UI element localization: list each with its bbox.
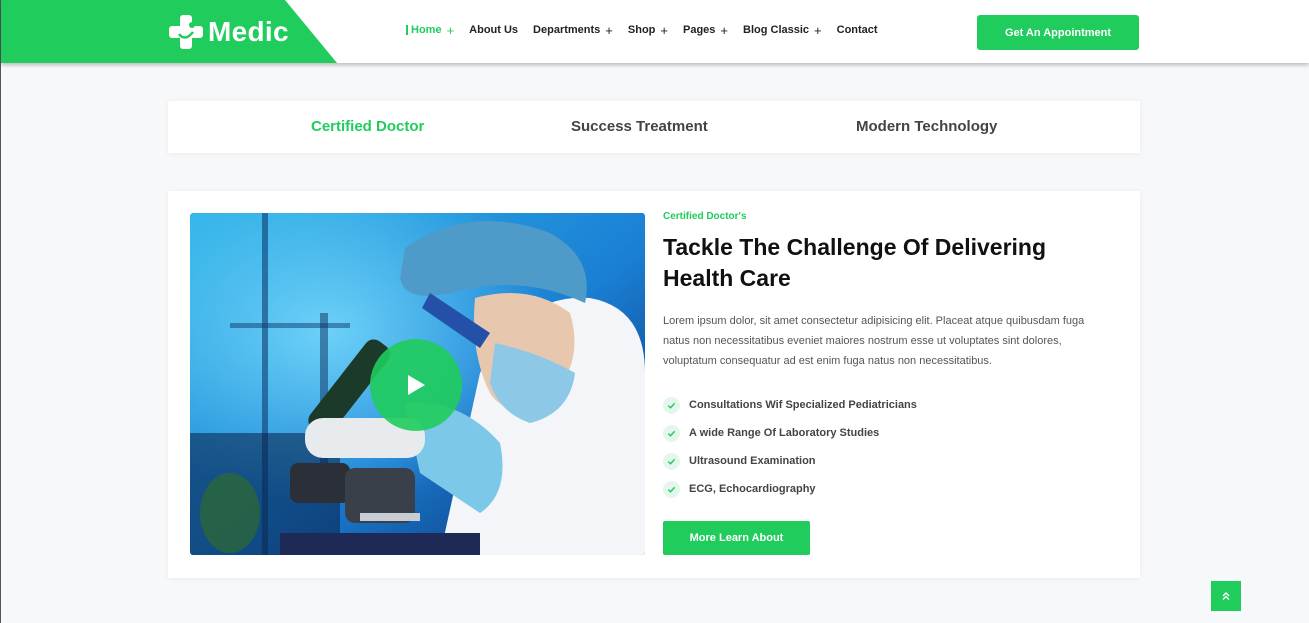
check-icon [663,452,680,470]
main-nav: Home + About Us Departments + Shop + Pag… [406,22,893,38]
section-headline: Tackle The Challenge Of Delivering Healt… [663,234,1047,291]
nav-item-pages[interactable]: Pages + [682,22,728,38]
nav-item-about-us[interactable]: About Us [469,24,518,36]
nav-item-label: About Us [469,24,519,36]
list-item: A wide Range Of Laboratory Studies [663,419,917,447]
window-edge [0,0,1,623]
get-appointment-button[interactable]: Get An Appointment [977,15,1139,50]
feature-label: Ultrasound Examination [689,455,816,467]
plus-icon: + [720,22,728,38]
feature-label: A wide Range Of Laboratory Studies [689,427,880,439]
scroll-to-top-button[interactable] [1211,581,1241,611]
nav-item-contact[interactable]: Contact [837,24,878,36]
plus-icon: + [446,22,455,38]
medical-cross-icon [169,15,203,49]
feature-tabs: Certified Doctor Success Treatment Moder… [168,101,1140,153]
more-learn-about-button[interactable]: More Learn About [663,521,810,555]
tab-modern-technology[interactable]: Modern Technology [856,118,997,135]
site-logo[interactable]: Medic [168,14,289,50]
plus-icon: + [605,22,613,38]
list-item: ECG, Echocardiography [663,475,917,503]
site-header: Medic Home + About Us Departments + Shop… [1,0,1309,63]
nav-item-label: Departments [533,24,601,36]
double-chevron-up-icon [1222,592,1230,600]
nav-item-label: Contact [836,24,878,36]
list-item: Consultations Wif Specialized Pediatrici… [663,391,917,419]
nav-item-label: Home [411,24,442,36]
feature-label: ECG, Echocardiography [689,483,816,495]
plus-icon: + [814,22,822,38]
lab-video-thumbnail[interactable] [190,213,645,555]
feature-list: Consultations Wif Specialized Pediatrici… [663,391,917,503]
check-icon [663,396,680,414]
nav-item-blog-classic[interactable]: Blog Classic + [743,22,822,38]
section-eyebrow: Certified Doctor's [663,211,747,222]
check-icon [663,424,680,442]
check-icon [663,480,680,498]
tab-success-treatment[interactable]: Success Treatment [571,118,708,135]
play-icon [408,375,425,395]
plus-icon: + [660,22,668,38]
active-indicator [406,25,408,35]
about-card: Certified Doctor's Tackle The Challenge … [168,191,1140,578]
list-item: Ultrasound Examination [663,447,917,475]
nav-item-shop[interactable]: Shop + [627,22,668,38]
nav-item-home[interactable]: Home + [406,22,455,38]
section-description: Lorem ipsum dolor, sit amet consectetur … [663,315,1085,367]
nav-item-label: Shop [627,24,656,36]
brand-name: Medic [208,16,289,47]
nav-item-label: Pages [682,24,716,36]
nav-item-label: Blog Classic [743,24,810,36]
feature-label: Consultations Wif Specialized Pediatrici… [689,399,917,411]
nav-item-departments[interactable]: Departments + [533,22,613,38]
play-video-button[interactable] [370,339,462,431]
tab-certified-doctor[interactable]: Certified Doctor [311,118,424,135]
